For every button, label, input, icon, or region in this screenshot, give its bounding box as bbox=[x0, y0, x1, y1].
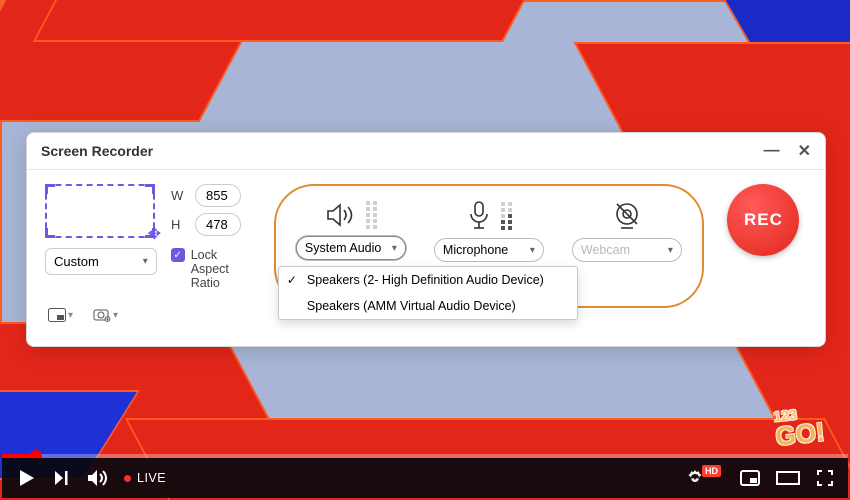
move-icon[interactable]: ✥ bbox=[148, 224, 161, 244]
audio-device-option[interactable]: Speakers (AMM Virtual Audio Device) bbox=[279, 293, 577, 319]
checkmark-icon: ✓ bbox=[287, 273, 297, 287]
fullscreen-icon[interactable] bbox=[816, 469, 834, 487]
lock-aspect-ratio-checkbox[interactable]: ✓ Lock Aspect Ratio bbox=[171, 248, 258, 290]
video-frame: 123 GO! Screen Recorder — ✕ ✥ bbox=[0, 0, 850, 500]
mic-level-meter bbox=[501, 202, 512, 230]
minimize-icon[interactable]: — bbox=[764, 142, 780, 160]
live-indicator[interactable]: LIVE bbox=[124, 471, 166, 485]
width-input[interactable]: 855 bbox=[195, 184, 241, 207]
chevron-down-icon: ▾ bbox=[392, 243, 397, 254]
watermark: 123 GO! bbox=[773, 407, 826, 453]
play-icon[interactable] bbox=[16, 468, 36, 488]
webcam-label: Webcam bbox=[581, 243, 630, 257]
height-input[interactable]: 478 bbox=[195, 213, 241, 236]
preset-label: Custom bbox=[54, 254, 99, 269]
player-controls: LIVE HD bbox=[2, 458, 848, 498]
theater-icon[interactable] bbox=[776, 470, 800, 486]
audio-level-meter bbox=[366, 201, 377, 229]
preset-dropdown[interactable]: Custom ▾ bbox=[45, 248, 157, 275]
miniplayer-icon[interactable] bbox=[740, 470, 760, 486]
close-icon[interactable]: ✕ bbox=[798, 141, 811, 161]
volume-icon[interactable] bbox=[86, 468, 108, 488]
system-audio-options: ✓ Speakers (2- High Definition Audio Dev… bbox=[278, 266, 578, 320]
chevron-down-icon: ▾ bbox=[530, 245, 535, 256]
hd-badge: HD bbox=[702, 465, 721, 477]
source-panel: System Audio ▾ bbox=[274, 184, 704, 308]
titlebar: Screen Recorder — ✕ bbox=[27, 133, 825, 170]
width-label: W bbox=[171, 188, 187, 203]
capture-region-preview[interactable]: ✥ bbox=[45, 184, 155, 238]
region-settings: ✥ W 855 H 478 Cus bbox=[45, 184, 258, 326]
record-button[interactable]: REC bbox=[727, 184, 799, 256]
live-dot-icon bbox=[124, 475, 131, 482]
system-audio-label: System Audio bbox=[305, 241, 381, 255]
height-label: H bbox=[171, 217, 187, 232]
microphone-label: Microphone bbox=[443, 243, 508, 257]
screen-recorder-window: Screen Recorder — ✕ ✥ W 855 bbox=[26, 132, 826, 347]
microphone-icon bbox=[465, 200, 493, 232]
picture-in-picture-icon[interactable]: ▾ bbox=[45, 304, 76, 326]
webcam-off-icon bbox=[611, 200, 643, 232]
bg-shape bbox=[33, 0, 561, 42]
lock-aspect-label: Lock Aspect Ratio bbox=[191, 248, 258, 290]
settings-icon[interactable]: HD bbox=[685, 468, 724, 488]
next-icon[interactable] bbox=[52, 469, 70, 487]
system-audio-dropdown[interactable]: System Audio ▾ bbox=[296, 236, 406, 260]
chevron-down-icon: ▾ bbox=[143, 256, 148, 267]
camera-settings-icon[interactable]: ▾ bbox=[90, 304, 121, 326]
audio-device-option[interactable]: ✓ Speakers (2- High Definition Audio Dev… bbox=[279, 267, 577, 293]
speaker-icon bbox=[324, 200, 358, 230]
checkbox-checked-icon: ✓ bbox=[171, 248, 185, 262]
window-title: Screen Recorder bbox=[41, 143, 153, 159]
webcam-dropdown[interactable]: Webcam ▾ bbox=[572, 238, 682, 262]
microphone-dropdown[interactable]: Microphone ▾ bbox=[434, 238, 544, 262]
chevron-down-icon: ▾ bbox=[668, 245, 673, 256]
